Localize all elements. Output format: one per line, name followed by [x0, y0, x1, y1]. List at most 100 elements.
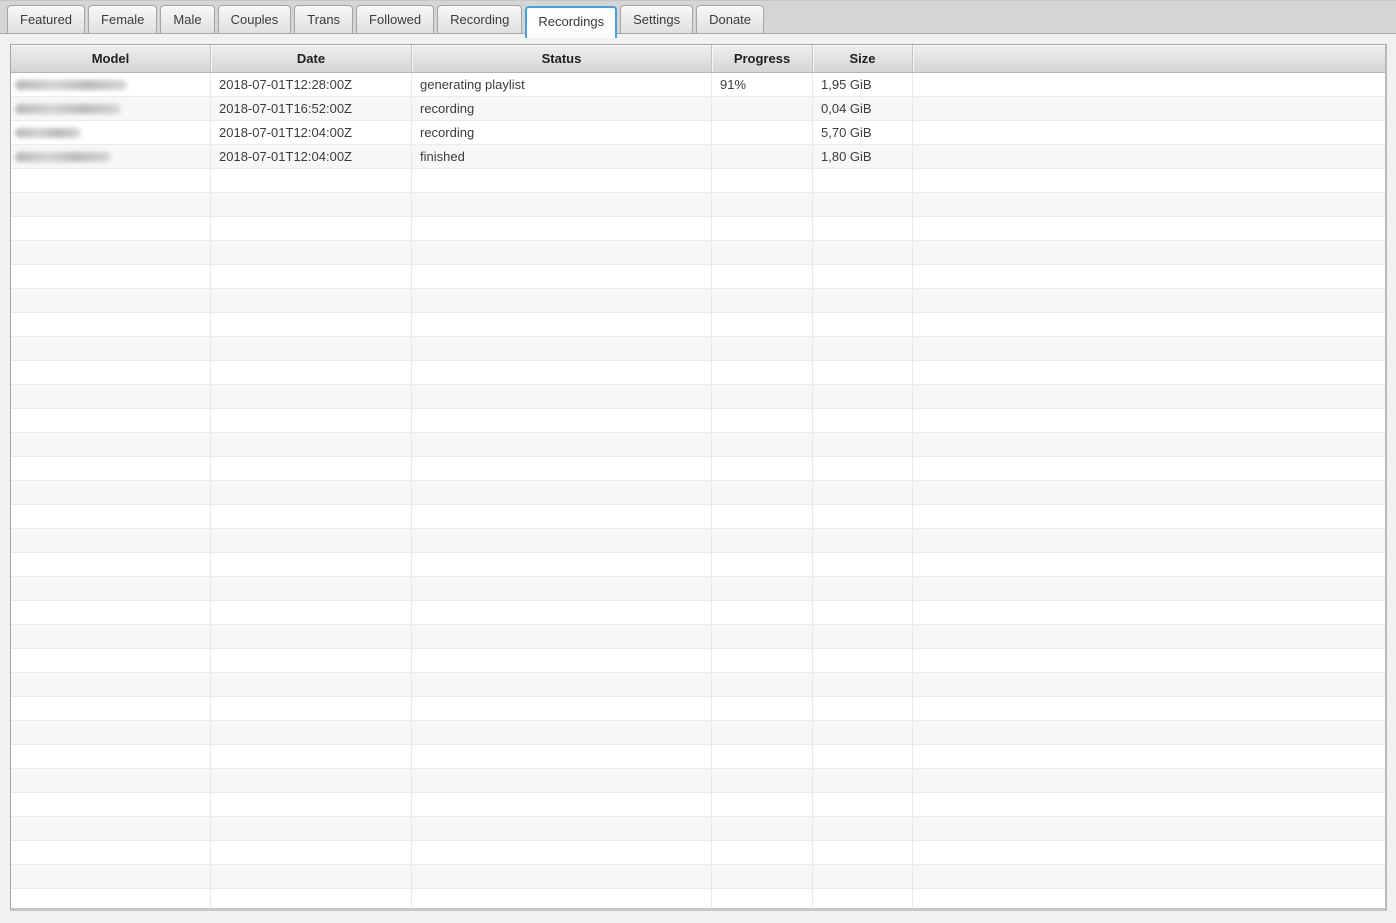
cell-model: [11, 97, 211, 120]
table-row-empty: [11, 841, 1385, 865]
column-header-status[interactable]: Status: [412, 45, 712, 72]
table-cell-empty: [412, 313, 712, 336]
table-cell-empty: [712, 169, 813, 192]
table-row-empty: [11, 217, 1385, 241]
table-cell-empty: [11, 433, 211, 456]
table-cell-empty: [11, 481, 211, 504]
table-row[interactable]: 2018-07-01T16:52:00Z recording 0,04 GiB: [11, 97, 1385, 121]
table-cell-empty: [712, 433, 813, 456]
table-cell-empty: [11, 337, 211, 360]
table-cell-empty: [211, 289, 412, 312]
table-row-empty: [11, 289, 1385, 313]
table-cell-empty: [11, 601, 211, 624]
column-header-size[interactable]: Size: [813, 45, 913, 72]
table-cell-empty: [412, 577, 712, 600]
table-cell-empty: [11, 721, 211, 744]
table-cell-empty: [813, 865, 913, 888]
table-cell-empty: [11, 457, 211, 480]
table-cell-empty: [913, 361, 1385, 384]
table-cell-empty: [913, 433, 1385, 456]
table-row-empty: [11, 241, 1385, 265]
table-cell-empty: [211, 457, 412, 480]
table-cell-empty: [11, 385, 211, 408]
tab-bar: Featured Female Male Couples Trans Follo…: [0, 0, 1396, 34]
table-cell-empty: [913, 481, 1385, 504]
table-cell-empty: [712, 217, 813, 240]
table-cell-empty: [712, 409, 813, 432]
table-cell-empty: [211, 241, 412, 264]
recordings-app: Featured Female Male Couples Trans Follo…: [0, 0, 1396, 923]
cell-model: [11, 121, 211, 144]
table-body: 2018-07-01T12:28:00Z generating playlist…: [11, 73, 1385, 911]
table-cell-empty: [412, 193, 712, 216]
table-cell-empty: [813, 433, 913, 456]
table-cell-empty: [913, 625, 1385, 648]
cell-size: 1,80 GiB: [813, 145, 913, 168]
table-row[interactable]: 2018-07-01T12:28:00Z generating playlist…: [11, 73, 1385, 97]
cell-date: 2018-07-01T12:28:00Z: [211, 73, 412, 96]
cell-progress: [712, 121, 813, 144]
table-cell-empty: [913, 289, 1385, 312]
table-cell-empty: [412, 553, 712, 576]
cell-size: 5,70 GiB: [813, 121, 913, 144]
column-header-model[interactable]: Model: [11, 45, 211, 72]
table-cell-empty: [913, 769, 1385, 792]
table-cell-empty: [211, 577, 412, 600]
table-cell-empty: [11, 313, 211, 336]
table-cell-empty: [712, 697, 813, 720]
table-cell-empty: [211, 865, 412, 888]
table-cell-empty: [712, 193, 813, 216]
table-cell-empty: [913, 265, 1385, 288]
table-row-empty: [11, 409, 1385, 433]
table-cell-empty: [913, 889, 1385, 911]
table-row-empty: [11, 625, 1385, 649]
table-cell-empty: [211, 841, 412, 864]
cell-status: finished: [412, 145, 712, 168]
tab-male[interactable]: Male: [160, 5, 214, 33]
table-row-empty: [11, 385, 1385, 409]
table-cell-empty: [712, 745, 813, 768]
table-cell-empty: [412, 505, 712, 528]
tab-recording[interactable]: Recording: [437, 5, 522, 33]
recordings-table: Model Date Status Progress Size 2018-07-…: [10, 44, 1387, 911]
table-row[interactable]: 2018-07-01T12:04:00Z finished 1,80 GiB: [11, 145, 1385, 169]
table-cell-empty: [211, 793, 412, 816]
column-header-progress[interactable]: Progress: [712, 45, 813, 72]
column-header-empty[interactable]: [913, 45, 1385, 72]
tab-recordings[interactable]: Recordings: [525, 6, 617, 38]
table-cell-empty: [412, 409, 712, 432]
table-cell-empty: [813, 193, 913, 216]
tab-female[interactable]: Female: [88, 5, 157, 33]
table-cell-empty: [913, 841, 1385, 864]
table-cell-empty: [11, 841, 211, 864]
tab-featured[interactable]: Featured: [7, 5, 85, 33]
table-cell-empty: [211, 409, 412, 432]
tab-donate[interactable]: Donate: [696, 5, 764, 33]
tab-settings[interactable]: Settings: [620, 5, 693, 33]
table-cell-empty: [712, 625, 813, 648]
column-header-date[interactable]: Date: [211, 45, 412, 72]
table-cell-empty: [712, 865, 813, 888]
tab-followed[interactable]: Followed: [356, 5, 434, 33]
table-cell-empty: [211, 361, 412, 384]
table-row-empty: [11, 169, 1385, 193]
cell-extra: [913, 73, 1385, 96]
table-cell-empty: [11, 505, 211, 528]
table-cell-empty: [211, 601, 412, 624]
table-cell-empty: [712, 841, 813, 864]
table-cell-empty: [412, 673, 712, 696]
table-cell-empty: [913, 217, 1385, 240]
table-cell-empty: [712, 457, 813, 480]
table-cell-empty: [211, 625, 412, 648]
table-cell-empty: [712, 529, 813, 552]
table-cell-empty: [712, 793, 813, 816]
tab-couples[interactable]: Couples: [218, 5, 292, 33]
table-cell-empty: [211, 505, 412, 528]
tab-trans[interactable]: Trans: [294, 5, 353, 33]
table-cell-empty: [813, 457, 913, 480]
table-cell-empty: [813, 313, 913, 336]
table-row[interactable]: 2018-07-01T12:04:00Z recording 5,70 GiB: [11, 121, 1385, 145]
table-cell-empty: [712, 481, 813, 504]
table-cell-empty: [813, 625, 913, 648]
table-cell-empty: [412, 529, 712, 552]
